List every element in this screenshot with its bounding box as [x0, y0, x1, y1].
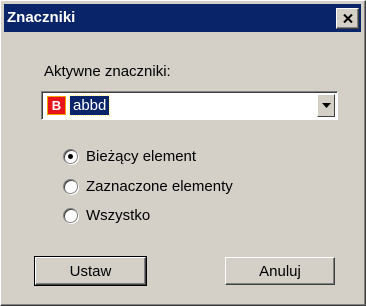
- window-title: Znaczniki: [7, 9, 76, 26]
- set-button-label: Ustaw: [69, 262, 112, 280]
- radio-all[interactable]: Wszystko: [63, 205, 150, 225]
- active-tags-dropdown[interactable]: B abbd: [41, 91, 338, 120]
- radio-button[interactable]: [63, 178, 78, 194]
- radio-label: Zaznaczone elementy: [86, 177, 233, 195]
- cancel-button-label: Anuluj: [259, 262, 301, 280]
- radio-label: Wszystko: [86, 206, 151, 224]
- active-tags-value: abbd: [68, 95, 111, 116]
- title-bar[interactable]: Znaczniki: [4, 4, 361, 32]
- radio-button[interactable]: [63, 148, 78, 164]
- radio-label: Bieżący element: [86, 147, 197, 165]
- set-button[interactable]: Ustaw: [34, 256, 147, 286]
- close-button[interactable]: [336, 8, 359, 29]
- cancel-button[interactable]: Anuluj: [225, 257, 335, 285]
- chevron-down-icon: [321, 103, 331, 108]
- close-icon: [342, 14, 353, 23]
- radio-button[interactable]: [63, 207, 78, 223]
- dropdown-arrow-button[interactable]: [317, 94, 335, 117]
- active-tags-label: Aktywne znaczniki:: [44, 63, 171, 80]
- tag-badge-icon: B: [47, 96, 66, 115]
- radio-selected-elements[interactable]: Zaznaczone elementy: [63, 176, 233, 196]
- radio-current-element[interactable]: Bieżący element: [63, 146, 196, 166]
- dialog-window: Znaczniki Aktywne znaczniki: B abbd Bież…: [0, 0, 366, 306]
